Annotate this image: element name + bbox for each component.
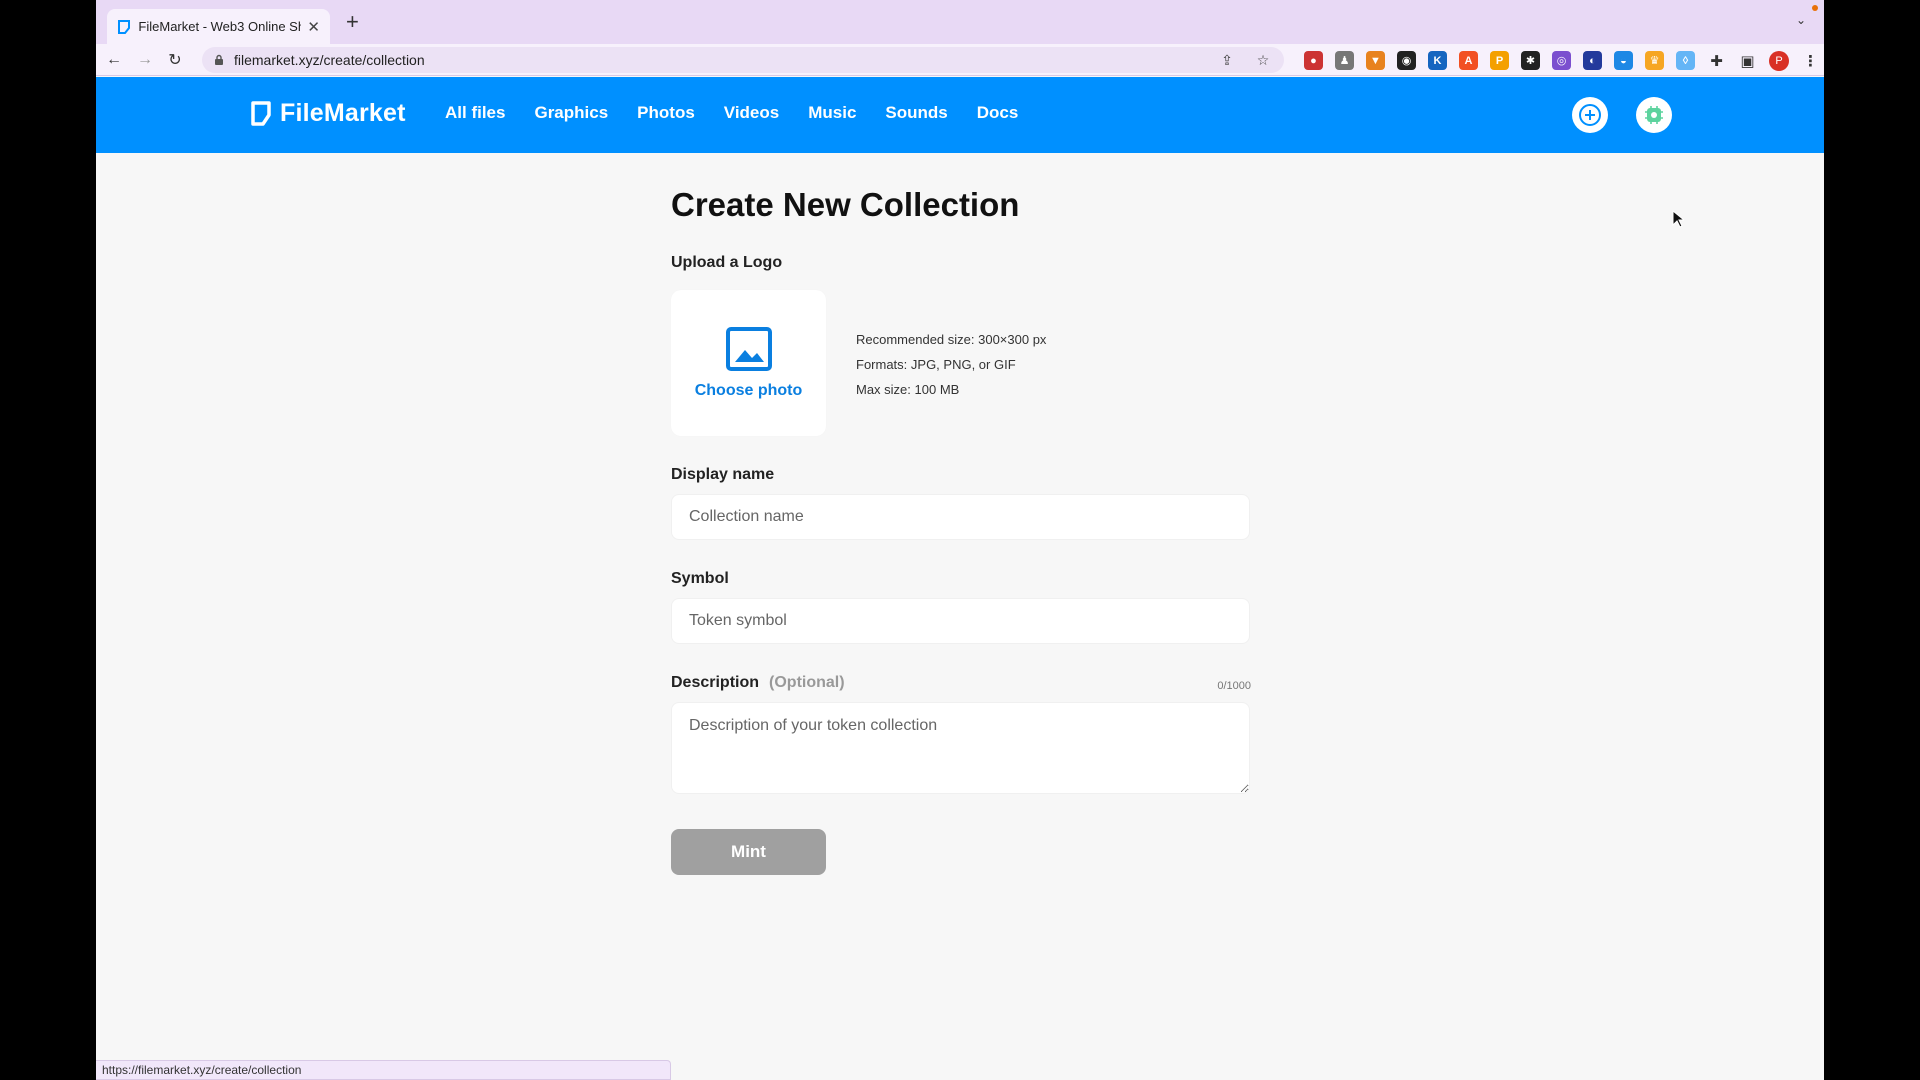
share-icon[interactable]: ⇪ xyxy=(1218,51,1236,69)
tab-title: FileMarket - Web3 Online Shop xyxy=(138,19,301,34)
description-label: Description (Optional) xyxy=(671,674,845,692)
extension-icon[interactable]: ◒ xyxy=(1614,51,1633,70)
status-bar-url: https://filemarket.xyz/create/collection xyxy=(96,1060,671,1080)
extension-icon[interactable]: K xyxy=(1428,51,1447,70)
choose-photo-label: Choose photo xyxy=(694,382,803,399)
main-nav: All files Graphics Photos Videos Music S… xyxy=(445,103,1047,123)
hint-max-size: Max size: 100 MB xyxy=(856,382,960,397)
nav-graphics[interactable]: Graphics xyxy=(534,103,608,123)
choose-photo-button[interactable]: Choose photo xyxy=(671,290,826,436)
forward-arrow-icon[interactable]: → xyxy=(133,48,157,72)
metamask-fox-icon[interactable]: ▼ xyxy=(1366,51,1385,70)
mint-button[interactable]: Mint xyxy=(671,829,826,875)
extensions-row: ● ♟ ▼ ◉ K A P ✱ ◎ ◐ ◒ ♛ ◊ ✚ ▣ P ⋮ xyxy=(1304,51,1820,71)
lock-icon xyxy=(214,54,224,66)
browser-tab[interactable]: FileMarket - Web3 Online Shop ✕ xyxy=(107,9,330,44)
tab-search-chevron-icon[interactable]: ⌄ xyxy=(1796,13,1806,27)
extension-icon[interactable]: P xyxy=(1490,51,1509,70)
description-label-text: Description xyxy=(671,674,760,691)
browser-window: FileMarket - Web3 Online Shop ✕ + ⌄ ← → … xyxy=(96,0,1824,1080)
extension-icon[interactable]: ♛ xyxy=(1645,51,1664,70)
notification-dot xyxy=(1812,5,1818,11)
extension-icon[interactable]: ◉ xyxy=(1397,51,1416,70)
page-title: Create New Collection xyxy=(671,186,1020,223)
close-tab-icon[interactable]: ✕ xyxy=(307,18,320,36)
mouse-cursor-icon xyxy=(1672,210,1684,228)
extension-icon[interactable]: ♟ xyxy=(1335,51,1354,70)
upload-hints: Recommended size: 300×300 px Formats: JP… xyxy=(856,327,1046,402)
display-name-input[interactable] xyxy=(671,494,1250,540)
star-icon[interactable]: ☆ xyxy=(1254,51,1272,69)
plus-icon xyxy=(1579,104,1601,126)
description-char-counter: 0/1000 xyxy=(1217,680,1251,692)
create-button[interactable] xyxy=(1572,97,1608,133)
nav-photos[interactable]: Photos xyxy=(637,103,695,123)
extension-icon[interactable]: ◊ xyxy=(1676,51,1695,70)
display-name-label: Display name xyxy=(671,466,775,483)
nav-videos[interactable]: Videos xyxy=(724,103,779,123)
hint-formats: Formats: JPG, PNG, or GIF xyxy=(856,357,1016,372)
extension-icon[interactable]: ◎ xyxy=(1552,51,1571,70)
hint-size: Recommended size: 300×300 px xyxy=(856,332,1047,347)
filemarket-logo-icon xyxy=(251,100,271,126)
new-tab-icon[interactable]: + xyxy=(346,11,359,33)
avatar-icon xyxy=(1645,106,1663,124)
extension-icon[interactable]: ◐ xyxy=(1583,51,1602,70)
symbol-input[interactable] xyxy=(671,598,1250,644)
profile-avatar[interactable]: P xyxy=(1769,51,1789,71)
description-textarea[interactable] xyxy=(671,702,1250,794)
nav-sounds[interactable]: Sounds xyxy=(885,103,947,123)
back-arrow-icon[interactable]: ← xyxy=(102,48,126,72)
side-panel-icon[interactable]: ▣ xyxy=(1738,51,1757,70)
reload-icon[interactable]: ↻ xyxy=(163,48,187,72)
browser-toolbar: ← → ↻ filemarket.xyz/create/collection ⇪… xyxy=(96,44,1824,76)
image-icon xyxy=(725,327,772,371)
address-bar[interactable]: filemarket.xyz/create/collection ⇪ ☆ xyxy=(202,47,1284,73)
nav-music[interactable]: Music xyxy=(808,103,856,123)
optional-tag: (Optional) xyxy=(769,674,845,691)
site-logo[interactable]: FileMarket xyxy=(250,99,406,128)
kebab-menu-icon[interactable]: ⋮ xyxy=(1801,51,1820,70)
symbol-label: Symbol xyxy=(671,570,729,587)
tab-bar: FileMarket - Web3 Online Shop ✕ + ⌄ xyxy=(96,0,1824,44)
nav-docs[interactable]: Docs xyxy=(977,103,1019,123)
extension-icon[interactable]: ● xyxy=(1304,51,1323,70)
site-header: FileMarket All files Graphics Photos Vid… xyxy=(96,77,1824,153)
extension-icon[interactable]: A xyxy=(1459,51,1478,70)
url-text: filemarket.xyz/create/collection xyxy=(234,52,425,68)
extension-icon[interactable]: ✱ xyxy=(1521,51,1540,70)
puzzle-extensions-icon[interactable]: ✚ xyxy=(1707,51,1726,70)
logo-text: FileMarket xyxy=(280,99,406,127)
filemarket-favicon-icon xyxy=(117,19,130,34)
nav-all-files[interactable]: All files xyxy=(445,103,505,123)
wallet-avatar-button[interactable] xyxy=(1636,97,1672,133)
upload-logo-label: Upload a Logo xyxy=(671,254,783,271)
